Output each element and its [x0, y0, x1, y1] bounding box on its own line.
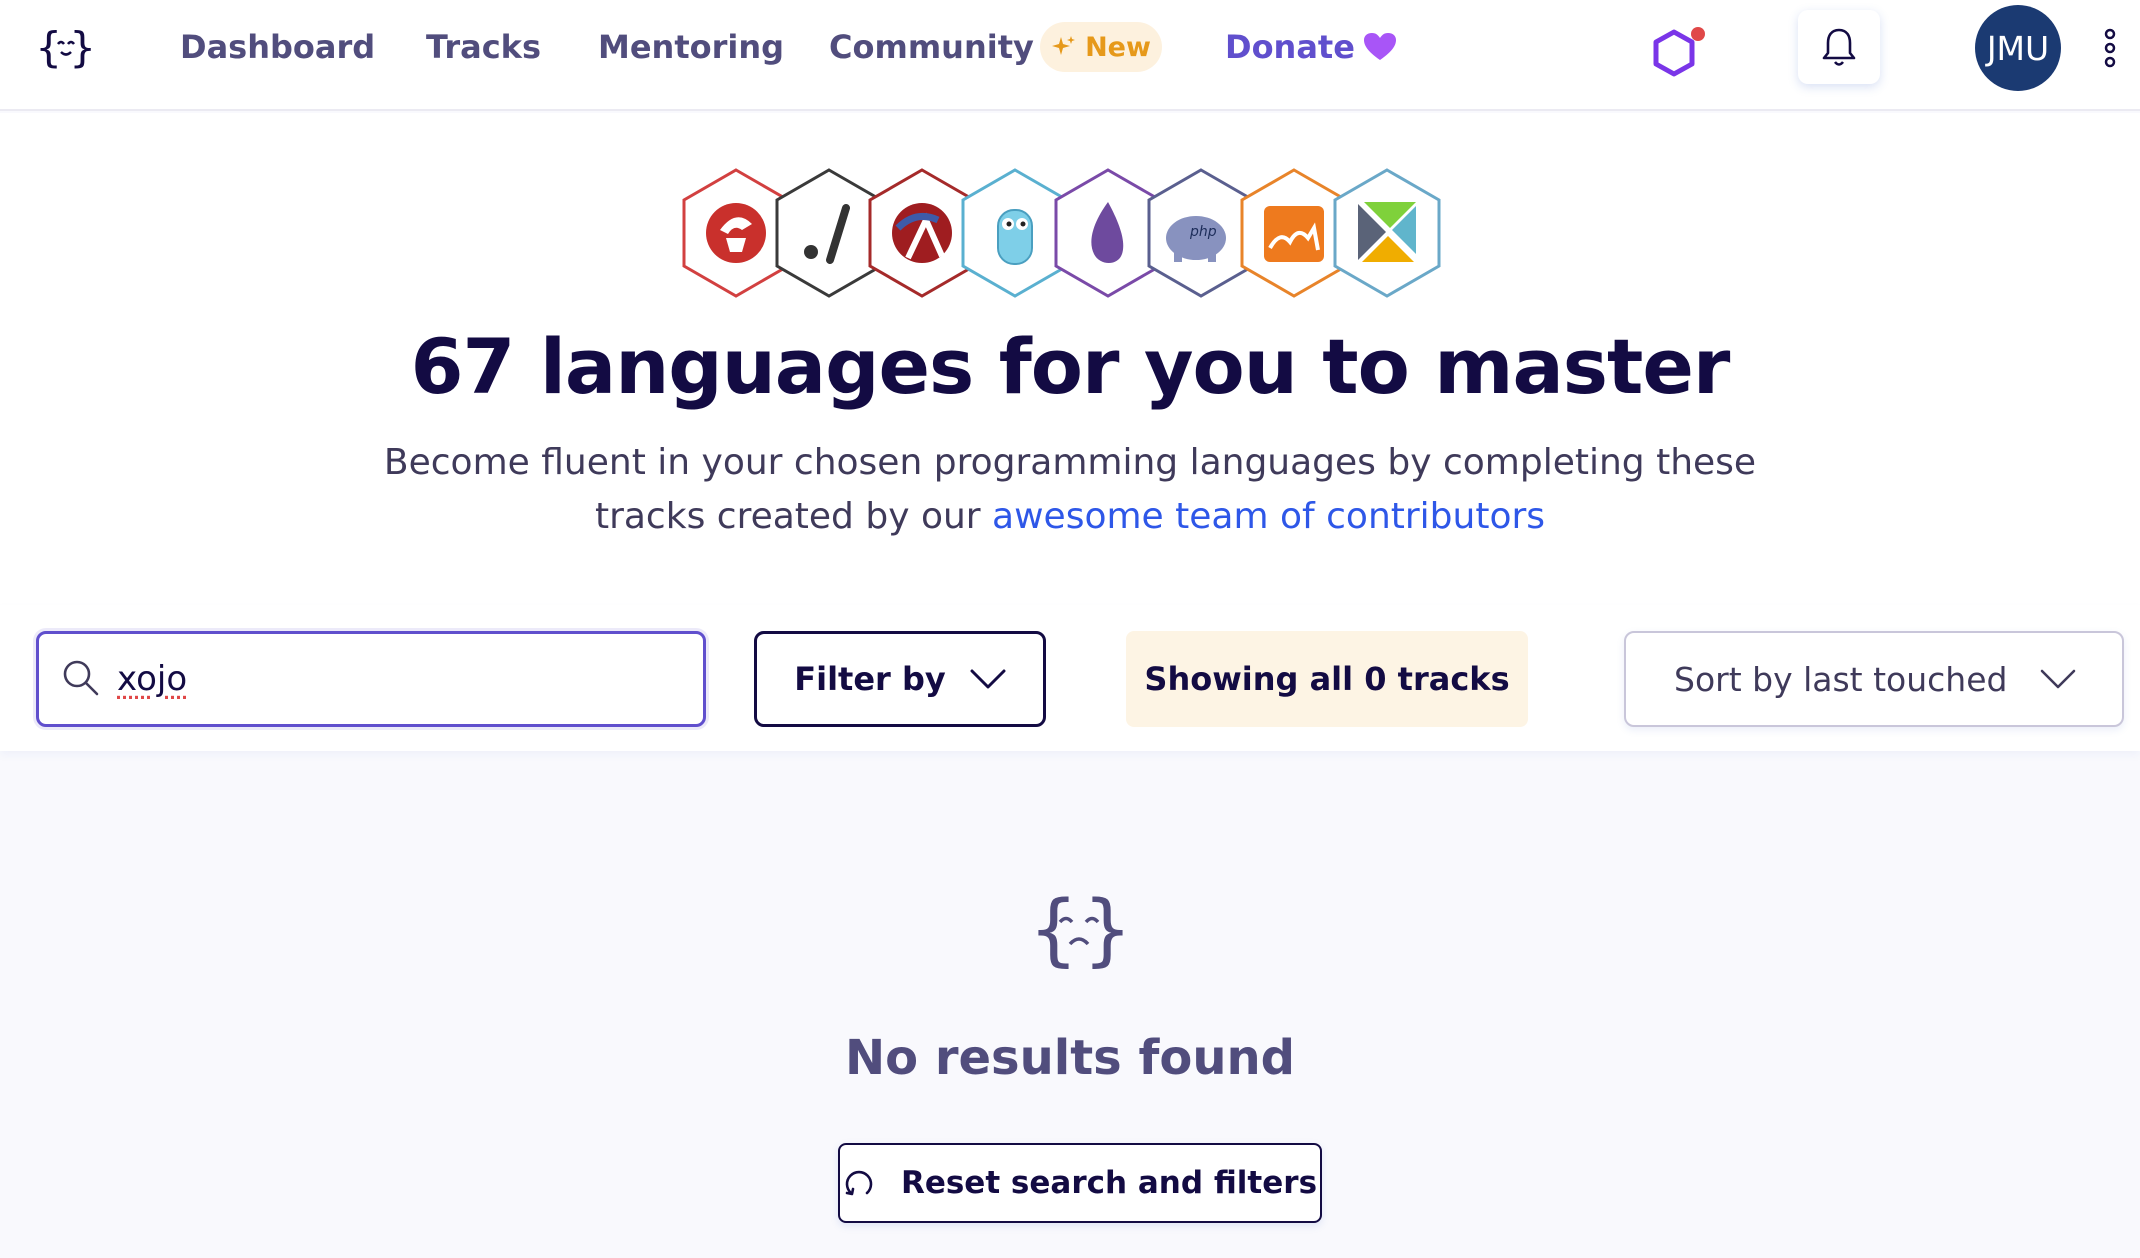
go-icon [961, 168, 1069, 298]
nav-link-community[interactable]: Community [829, 28, 1034, 66]
user-avatar[interactable]: JMU [1975, 5, 2061, 91]
filter-bar: Filter by Showing all 0 tracks Sort by l… [0, 605, 2140, 751]
sad-face-icon: { } [1030, 885, 1130, 975]
svg-text:{: { [36, 23, 61, 72]
nav-link-tracks[interactable]: Tracks [426, 28, 541, 66]
reset-search-button[interactable]: Reset search and filters [838, 1143, 1322, 1223]
php-icon: php [1147, 168, 1255, 298]
search-box[interactable] [36, 631, 706, 727]
no-results-title: No results found [844, 1030, 1296, 1086]
sparkle-icon [1052, 36, 1076, 55]
nav-link-dashboard[interactable]: Dashboard [180, 28, 375, 66]
reset-icon [845, 1170, 873, 1196]
exercism-logo[interactable]: { } [36, 20, 96, 76]
more-options-icon[interactable] [2098, 28, 2122, 68]
notifications-button[interactable] [1798, 10, 1880, 84]
heart-icon [1363, 33, 1396, 60]
racket-icon [868, 168, 976, 298]
page-subtitle: Become fluent in your chosen programming… [370, 436, 1770, 544]
svg-text:}: } [70, 23, 95, 72]
search-icon [63, 660, 99, 696]
reset-label: Reset search and filters [900, 1165, 1318, 1201]
chevron-down-icon [2040, 669, 2076, 689]
filter-by-button[interactable]: Filter by [754, 631, 1046, 727]
bash-icon [775, 168, 883, 298]
new-badge-label: New [1085, 31, 1151, 63]
chevron-down-icon [970, 669, 1006, 689]
top-nav: { } Dashboard Tracks Mentoring Community… [0, 0, 2140, 111]
donate-label: Donate [1225, 28, 1355, 66]
sort-label: Sort by last touched [1674, 659, 2008, 699]
page-title: 67 languages for you to master [410, 322, 1731, 411]
filter-by-label: Filter by [794, 660, 946, 698]
donate-link[interactable]: Donate [1225, 28, 1397, 66]
svg-text:}: } [1084, 885, 1130, 975]
nav-link-mentoring[interactable]: Mentoring [598, 28, 784, 66]
search-input[interactable] [117, 654, 677, 704]
new-badge: New [1040, 22, 1162, 72]
tracks-count-status: Showing all 0 tracks [1126, 631, 1528, 727]
track-icons-row: php [682, 168, 1441, 298]
elixir-icon [1054, 168, 1162, 298]
reputation-hexagon-icon[interactable] [1648, 24, 1706, 82]
elm-icon [1333, 168, 1441, 298]
sort-select[interactable]: Sort by last touched [1624, 631, 2124, 727]
bell-icon [1822, 28, 1856, 66]
svg-text:php: php [1189, 224, 1217, 240]
delphi-icon [682, 168, 790, 298]
svg-text:{: { [1030, 885, 1077, 975]
ocaml-icon [1240, 168, 1348, 298]
contributors-link[interactable]: awesome team of contributors [992, 496, 1545, 537]
